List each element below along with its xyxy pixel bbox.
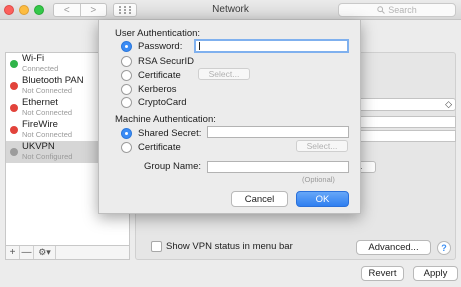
gear-icon[interactable]: ⚙▾ xyxy=(34,246,56,259)
account-name-field[interactable] xyxy=(349,130,456,142)
radio-machine-certificate[interactable]: Certificate xyxy=(121,141,181,153)
cancel-button[interactable]: Cancel xyxy=(231,191,288,207)
group-name-field[interactable] xyxy=(207,161,349,173)
password-field[interactable] xyxy=(194,39,349,53)
radio-label: CryptoCard xyxy=(138,96,187,108)
radio-button[interactable] xyxy=(121,40,132,52)
radio-password[interactable]: Password: xyxy=(121,40,182,52)
radio-certificate[interactable]: Certificate xyxy=(121,69,181,81)
add-service-button[interactable]: + xyxy=(6,246,20,259)
authentication-sheet: User Authentication: Password: RSA Secur… xyxy=(98,20,361,214)
configuration-select[interactable]: ◇ xyxy=(349,98,456,111)
remove-service-button[interactable]: — xyxy=(20,246,34,259)
radio-button[interactable] xyxy=(121,69,132,81)
radio-button[interactable] xyxy=(121,83,132,95)
radio-button[interactable] xyxy=(121,127,132,139)
apply-button[interactable]: Apply xyxy=(413,266,458,281)
ok-button[interactable]: OK xyxy=(296,191,349,207)
text-caret xyxy=(199,42,200,50)
radio-label: Shared Secret: xyxy=(138,127,202,139)
revert-button[interactable]: Revert xyxy=(361,266,404,281)
user-authentication-title: User Authentication: xyxy=(115,28,201,39)
status-dot-icon xyxy=(10,126,18,134)
show-vpn-status-checkbox[interactable] xyxy=(151,241,162,252)
group-name-hint: (Optional) xyxy=(302,175,335,184)
server-address-field[interactable] xyxy=(349,116,456,128)
status-dot-icon xyxy=(10,148,18,156)
machine-authentication-title: Machine Authentication: xyxy=(115,114,216,125)
radio-button[interactable] xyxy=(121,55,132,67)
radio-label: Password: xyxy=(138,40,183,52)
search-field[interactable]: Search xyxy=(338,3,456,17)
radio-label: Certificate xyxy=(138,69,181,81)
radio-label: RSA SecurID xyxy=(138,55,194,67)
show-vpn-status-label: Show VPN status in menu bar xyxy=(166,241,293,252)
radio-label: Kerberos xyxy=(138,83,177,95)
radio-button[interactable] xyxy=(121,141,132,153)
help-button[interactable]: ? xyxy=(437,241,451,255)
machine-certificate-select-button[interactable]: Select... xyxy=(296,140,348,152)
radio-label: Certificate xyxy=(138,141,181,153)
service-list-toolbar: + — ⚙▾ xyxy=(5,246,130,260)
search-icon xyxy=(377,6,386,14)
advanced-button[interactable]: Advanced... xyxy=(356,240,431,255)
title-bar: < > Network Search xyxy=(0,0,461,20)
radio-cryptocard[interactable]: CryptoCard xyxy=(121,96,187,108)
radio-rsa-securid[interactable]: RSA SecurID xyxy=(121,55,194,67)
radio-kerberos[interactable]: Kerberos xyxy=(121,83,177,95)
radio-button[interactable] xyxy=(121,96,132,108)
shared-secret-field[interactable] xyxy=(207,126,349,138)
radio-shared-secret[interactable]: Shared Secret: xyxy=(121,127,201,139)
search-placeholder: Search xyxy=(388,5,417,15)
status-dot-icon xyxy=(10,104,18,112)
status-dot-icon xyxy=(10,82,18,90)
user-certificate-select-button[interactable]: Select... xyxy=(198,68,250,80)
status-dot-icon xyxy=(10,60,18,68)
group-name-label: Group Name: xyxy=(144,161,202,172)
chevron-updown-icon: ◇ xyxy=(445,99,452,109)
